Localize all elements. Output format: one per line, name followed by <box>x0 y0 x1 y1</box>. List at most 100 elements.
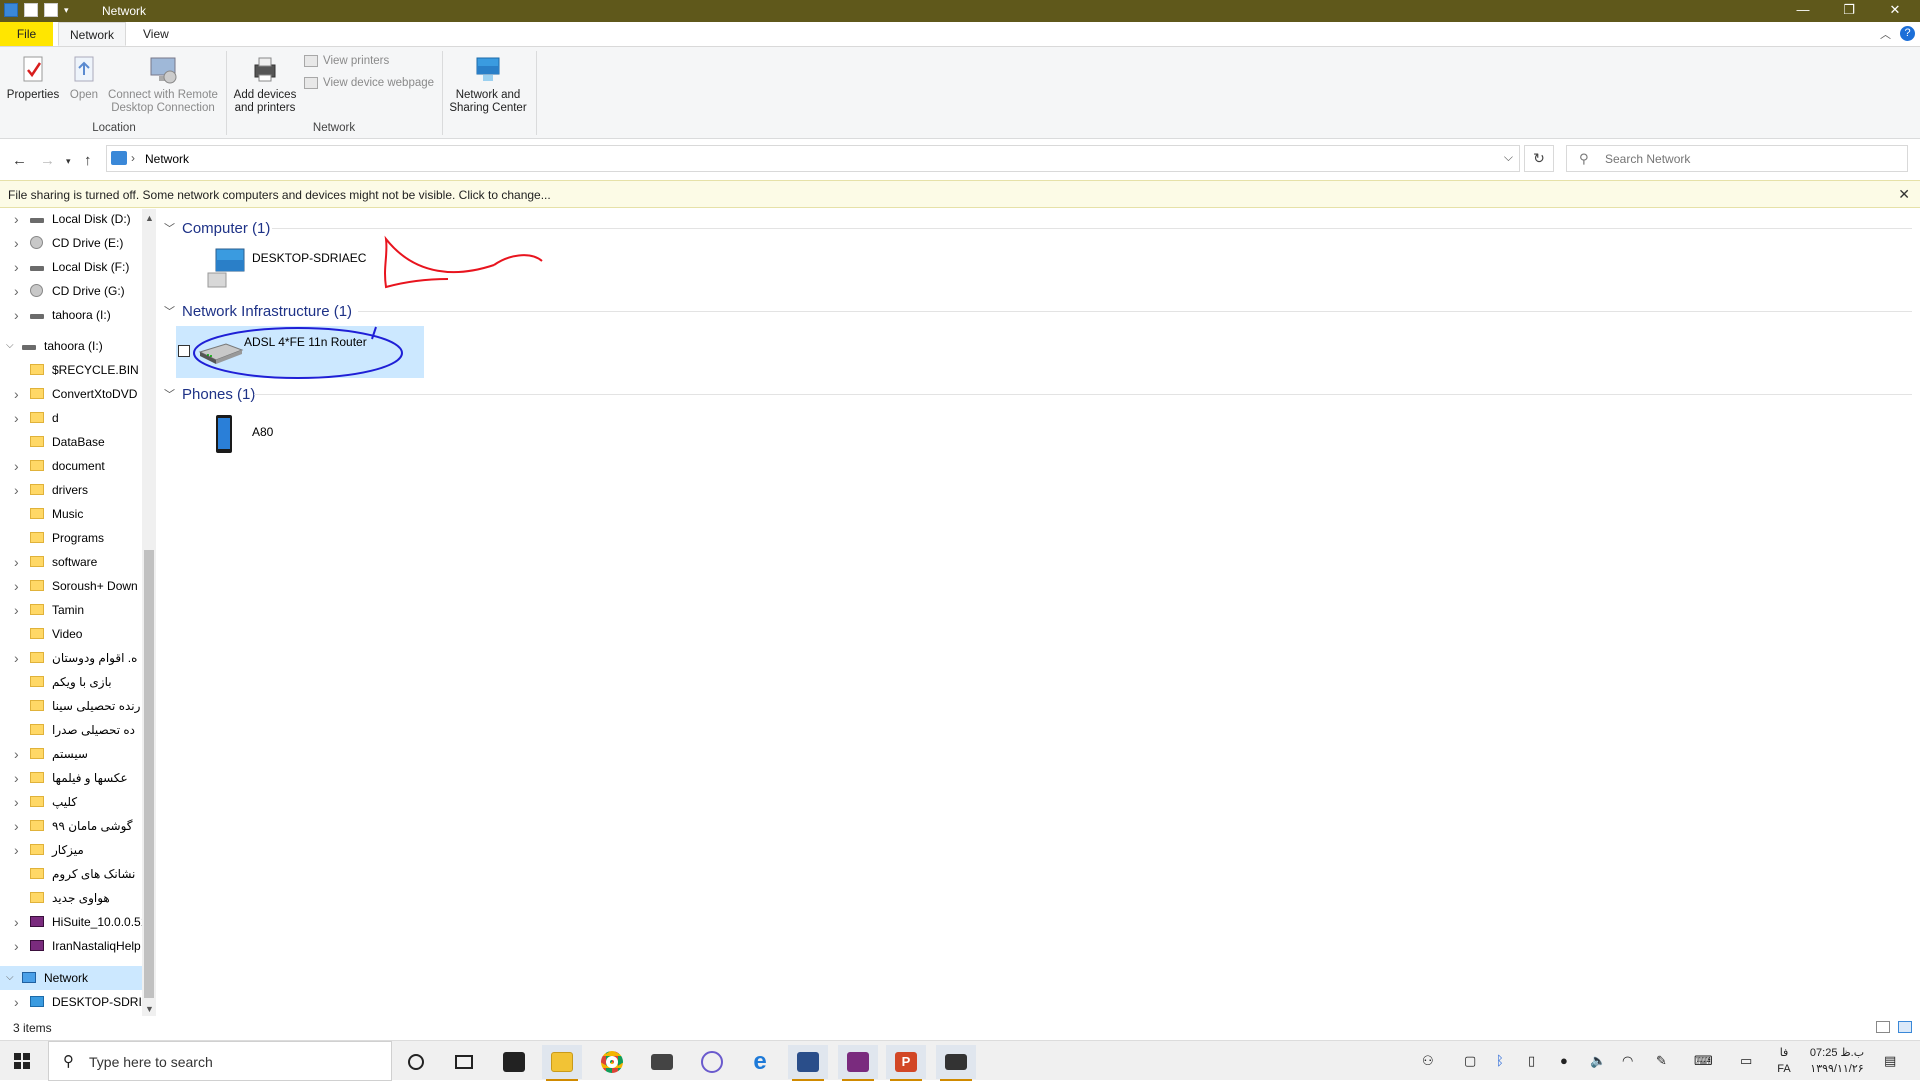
nav-item[interactable]: › میزکار <box>0 838 142 862</box>
tab-file[interactable]: File <box>0 22 53 46</box>
expand-chevron-icon[interactable]: › <box>14 255 19 279</box>
nav-item[interactable]: Music <box>0 502 142 526</box>
bluetooth-icon[interactable]: ᛒ <box>1496 1053 1504 1068</box>
large-icons-view-icon[interactable] <box>1898 1021 1912 1033</box>
nav-item[interactable]: Programs <box>0 526 142 550</box>
up-arrow-icon[interactable]: ↑ <box>84 152 92 169</box>
new-folder-quick-icon[interactable] <box>44 3 58 17</box>
store-icon[interactable] <box>494 1045 534 1079</box>
expand-chevron-icon[interactable]: › <box>14 598 19 622</box>
open-button[interactable]: Open <box>64 55 104 102</box>
task-view-icon[interactable] <box>444 1045 484 1079</box>
nav-item[interactable]: › Local Disk (F:) <box>0 255 142 279</box>
close-infobar-icon[interactable]: ✕ <box>1898 186 1910 203</box>
nav-item[interactable]: › عکسها و فیلمها <box>0 766 142 790</box>
expand-chevron-icon[interactable]: › <box>14 478 19 502</box>
expand-chevron-icon[interactable]: › <box>14 990 19 1014</box>
nav-item[interactable]: نشانک های کروم <box>0 862 142 886</box>
nav-item[interactable]: › IranNastaliqHelp <box>0 934 142 958</box>
network-sharing-center-button[interactable]: Network and Sharing Center <box>446 55 530 115</box>
refresh-button[interactable]: ↻ <box>1524 145 1554 172</box>
expand-chevron-icon[interactable]: › <box>14 742 19 766</box>
recent-locations-chevron-icon[interactable]: ▾ <box>66 156 71 167</box>
details-view-icon[interactable] <box>1876 1021 1890 1033</box>
help-icon[interactable]: ? <box>1900 26 1915 41</box>
back-arrow-icon[interactable]: ← <box>12 152 27 169</box>
taskbar-search[interactable]: ⚲ Type here to search <box>48 1041 392 1081</box>
nav-item[interactable]: › tahoora (I:) <box>0 303 142 327</box>
phone-item[interactable]: A80 <box>202 413 352 461</box>
nav-item[interactable]: › CD Drive (G:) <box>0 279 142 303</box>
wifi-icon[interactable]: ◠ <box>1622 1053 1633 1069</box>
properties-quick-icon[interactable] <box>24 3 38 17</box>
address-bar[interactable]: › Network ⌵ <box>106 145 1520 172</box>
cortana-icon[interactable] <box>396 1045 436 1079</box>
restore-button[interactable]: ❐ <box>1826 0 1872 22</box>
close-button[interactable]: ✕ <box>1872 0 1918 22</box>
camera-icon[interactable] <box>936 1045 976 1081</box>
file-explorer-icon[interactable] <box>542 1045 582 1081</box>
nav-item[interactable]: › سیستم <box>0 742 142 766</box>
ribbon-collapse-icon[interactable]: ︿ <box>1880 26 1891 42</box>
nav-item[interactable]: Video <box>0 622 142 646</box>
usb-icon[interactable]: ▯ <box>1528 1053 1535 1069</box>
minimize-button[interactable]: — <box>1780 0 1826 22</box>
infobar-message[interactable]: File sharing is turned off. Some network… <box>8 188 551 202</box>
nav-item[interactable]: › HiSuite_10.0.0.51 <box>0 910 147 934</box>
nav-item[interactable]: › software <box>0 550 142 574</box>
nav-item[interactable]: هواوی جدید <box>0 886 142 910</box>
properties-button[interactable]: Properties <box>6 55 60 102</box>
microphone-icon[interactable]: ● <box>1560 1053 1568 1068</box>
file-sharing-infobar[interactable]: File sharing is turned off. Some network… <box>0 180 1920 208</box>
nav-item[interactable]: › d <box>0 406 142 430</box>
pen-icon[interactable]: ✎ <box>1656 1053 1667 1069</box>
expand-chevron-icon[interactable]: › <box>14 231 19 255</box>
taskbar-search-placeholder[interactable]: Type here to search <box>89 1054 213 1070</box>
nav-scrollbar[interactable]: ▲ ▼ <box>142 209 156 1016</box>
battery-icon[interactable]: ▭ <box>1740 1053 1752 1069</box>
nav-item[interactable]: ⌵ tahoora (I:) <box>0 334 142 358</box>
breadcrumb-network[interactable]: Network <box>145 152 189 166</box>
expand-chevron-icon[interactable]: › <box>14 382 19 406</box>
expand-chevron-icon[interactable]: › <box>14 454 19 478</box>
collapse-chevron-icon[interactable]: ⌵ <box>6 966 14 990</box>
edge-icon[interactable]: e <box>740 1045 780 1079</box>
mail-icon[interactable] <box>642 1045 682 1079</box>
people-icon[interactable]: ⚇ <box>1422 1053 1434 1069</box>
view-printers-button[interactable]: View printers <box>304 55 389 67</box>
expand-chevron-icon[interactable]: › <box>14 209 19 231</box>
forward-arrow-icon[interactable]: → <box>40 152 55 169</box>
nav-item[interactable]: › CD Drive (E:) <box>0 231 142 255</box>
nav-item[interactable]: › کلیپ <box>0 790 142 814</box>
tab-view[interactable]: View <box>132 22 180 46</box>
volume-icon[interactable]: 🔈 <box>1590 1053 1606 1069</box>
address-dropdown-icon[interactable]: ⌵ <box>1504 150 1513 165</box>
nav-item[interactable]: ⌵ Network <box>0 966 142 990</box>
nav-item[interactable]: › drivers <box>0 478 142 502</box>
collapse-chevron-icon[interactable]: ⌵ <box>6 334 14 358</box>
expand-chevron-icon[interactable]: › <box>14 838 19 862</box>
nav-item[interactable]: $RECYCLE.BIN <box>0 358 142 382</box>
language-indicator[interactable]: فا FA <box>1774 1045 1794 1077</box>
expand-chevron-icon[interactable]: › <box>14 790 19 814</box>
expand-chevron-icon[interactable]: › <box>14 550 19 574</box>
keyboard-icon[interactable]: ⌨ <box>1694 1053 1713 1069</box>
nav-item[interactable]: بازی با ویکم <box>0 670 142 694</box>
expand-chevron-icon[interactable]: › <box>14 766 19 790</box>
expand-chevron-icon[interactable]: › <box>14 574 19 598</box>
breadcrumb-separator-icon[interactable]: › <box>131 151 135 165</box>
notifications-icon[interactable]: ▤ <box>1884 1053 1896 1069</box>
nav-item[interactable]: › Soroush+ Down <box>0 574 142 598</box>
scrollbar-thumb[interactable] <box>144 550 154 998</box>
add-devices-button[interactable]: Add devices and printers <box>230 55 300 115</box>
expand-chevron-icon[interactable]: › <box>14 934 19 958</box>
search-input[interactable] <box>1605 150 1895 168</box>
scroll-up-icon[interactable]: ▲ <box>145 213 154 223</box>
customize-chevron-icon[interactable]: ▾ <box>64 5 69 16</box>
nav-item[interactable]: ده تحصیلی صدرا <box>0 718 142 742</box>
scroll-down-icon[interactable]: ▼ <box>145 1004 154 1014</box>
connect-remote-desktop-button[interactable]: Connect with Remote Desktop Connection <box>104 55 222 115</box>
expand-chevron-icon[interactable]: › <box>14 910 19 934</box>
nav-item[interactable]: › ConvertXtoDVD <box>0 382 142 406</box>
device-icon[interactable]: ▢ <box>1464 1053 1476 1069</box>
